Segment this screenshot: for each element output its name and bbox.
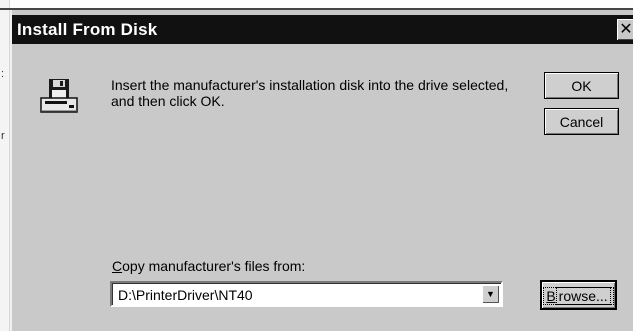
copy-label-access-key: C <box>112 258 123 274</box>
browse-button[interactable]: Browse... <box>540 280 617 310</box>
copy-label-text: opy manufacturer's files from: <box>122 258 306 274</box>
close-icon: ✕ <box>619 21 633 38</box>
source-path-value[interactable]: D:\PrinterDriver\NT40 <box>118 287 253 303</box>
ok-button[interactable]: OK <box>544 72 619 99</box>
dialog-title: Install From Disk <box>17 20 158 39</box>
copy-files-label: Copy manufacturer's files from: <box>112 258 305 274</box>
browse-label: Browse... <box>543 287 614 305</box>
source-path-combobox[interactable]: D:\PrinterDriver\NT40 ▼ <box>110 281 503 307</box>
title-bar[interactable]: Install From Disk ✕ <box>12 15 633 44</box>
background-text-fragment: r <box>1 130 5 142</box>
background-text-fragment: : <box>1 68 5 80</box>
install-from-disk-dialog: Install From Disk ✕ Insert the manufactu… <box>10 10 633 331</box>
floppy-disk-drive-icon <box>40 79 78 113</box>
dropdown-arrow-button[interactable]: ▼ <box>482 285 499 303</box>
browse-access-key: B <box>546 288 556 304</box>
browse-label-text: rowse... <box>555 287 611 305</box>
close-button[interactable]: ✕ <box>617 19 633 40</box>
cancel-button[interactable]: Cancel <box>544 108 619 135</box>
background-window-edge <box>0 0 10 331</box>
chevron-down-icon: ▼ <box>486 289 495 299</box>
instruction-text: Insert the manufacturer's installation d… <box>111 77 509 109</box>
